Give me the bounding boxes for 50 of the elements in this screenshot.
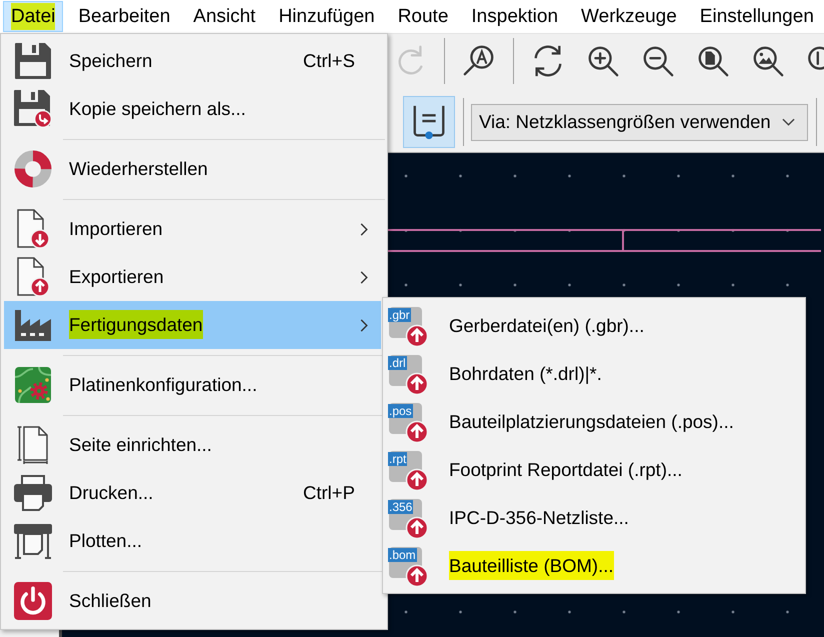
menu-item[interactable]: Wiederherstellen [4, 145, 381, 193]
menu-bar-item[interactable]: Bearbeiten [70, 1, 178, 32]
file-extension-label: .rpt [388, 452, 408, 466]
menu-item[interactable]: Fertigungsdaten [4, 301, 381, 349]
shortcut-text: Ctrl+P [303, 481, 355, 506]
chevron-down-icon [782, 118, 795, 126]
submenu-item[interactable]: .drl Bohrdaten (*.drl)|*. [385, 350, 801, 398]
menu-item[interactable]: Speichern Ctrl+S [4, 37, 381, 85]
factory-icon [14, 309, 50, 341]
file-extension-label: .pos [388, 404, 413, 418]
submenu-item[interactable]: .356 IPC-D-356-Netzliste... [385, 494, 801, 542]
lifebuoy-icon [14, 150, 52, 188]
menu-bar-item[interactable]: Inspektion [463, 1, 566, 32]
menu-bar-item[interactable]: Hinzufügen [270, 1, 383, 32]
plotter-icon [14, 522, 52, 560]
menu-bar-item[interactable]: Route [390, 1, 456, 32]
submenu-item[interactable]: .rpt Footprint Reportdatei (.rpt)... [385, 446, 801, 494]
search-icon[interactable] [462, 44, 496, 78]
menu-item[interactable]: Exportieren [4, 253, 381, 301]
file-extension-label: .356 [388, 500, 414, 514]
printer-icon [14, 475, 52, 511]
menu-item[interactable]: Plotten... [4, 517, 381, 565]
menu-item[interactable]: Kopie speichern als... [4, 85, 381, 133]
menu-item[interactable]: Importieren [4, 205, 381, 253]
menu-item[interactable]: Drucken... Ctrl+P [4, 469, 381, 517]
via-button[interactable] [403, 96, 455, 148]
via-size-dropdown[interactable]: Via: Netzklassengrößen verwenden [471, 104, 808, 140]
circuit-board-gear-icon [14, 367, 50, 403]
file-extension-label: .gbr [388, 308, 411, 322]
menu-bar-item[interactable]: Datei [3, 1, 64, 32]
zoom-image-icon[interactable] [750, 44, 784, 78]
power-icon [14, 582, 52, 620]
file-extension-label: .bom [388, 548, 417, 562]
zoom-out-icon[interactable] [640, 44, 674, 78]
zoom-in-icon[interactable] [586, 44, 620, 78]
menu-bar-item[interactable]: Ansicht [185, 1, 264, 32]
menu-item[interactable]: Seite einrichten... [4, 421, 381, 469]
submenu-item[interactable]: .gbr Gerberdatei(en) (.gbr)... [385, 302, 801, 350]
menu-bar-item[interactable]: Einstellungen [692, 1, 822, 32]
page-setup-icon [16, 426, 48, 464]
shortcut-text: Ctrl+S [303, 49, 355, 74]
menu-item[interactable]: Schließen [4, 577, 381, 625]
submenu-item[interactable]: .bom Bauteilliste (BOM)... [385, 542, 801, 590]
zoom-page-icon[interactable] [696, 44, 730, 78]
menu-item[interactable]: Platinenkonfiguration... [4, 361, 381, 409]
submenu-item[interactable]: .pos Bauteilplatzierungsdateien (.pos)... [385, 398, 801, 446]
file-extension-label: .drl [388, 356, 407, 370]
document-download-icon [16, 209, 50, 249]
menu-bar-item[interactable]: Werkzeuge [573, 1, 685, 32]
document-upload-icon [16, 257, 50, 297]
